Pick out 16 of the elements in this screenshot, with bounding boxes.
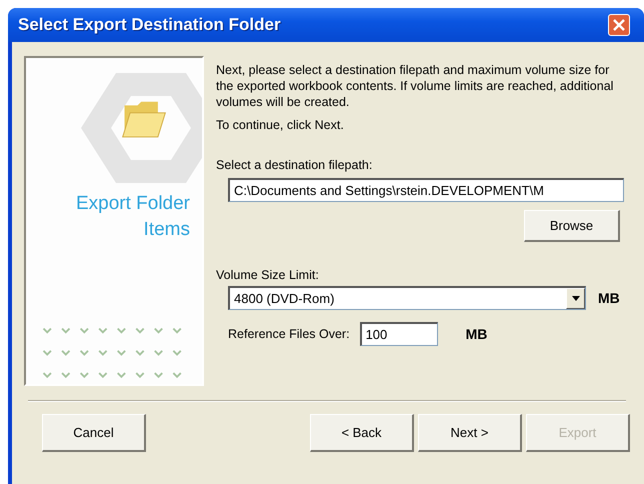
instruction-text: Next, please select a destination filepath and maximum volume size for the exported workbook contents. If volume limits are reached, additional volumes will be created. [216, 62, 614, 110]
filepath-field[interactable]: C:\Documents and Settings\rstein.DEVELOPMENT\M [228, 178, 624, 202]
reference-files-label: Reference Files Over: [228, 327, 350, 341]
continue-note: To continue, click Next. [216, 118, 345, 132]
unit-label: MB [466, 326, 488, 342]
window-title: Select Export Destination Folder [18, 15, 281, 35]
volume-size-dropdown[interactable]: 4800 (DVD-Rom) [228, 286, 586, 310]
back-button[interactable]: < Back [310, 414, 414, 452]
next-button[interactable]: Next > [418, 414, 522, 452]
unit-label: MB [598, 290, 620, 306]
browse-button[interactable]: Browse [524, 210, 620, 242]
filepath-label: Select a destination filepath: [216, 158, 374, 172]
volume-size-label: Volume Size Limit: [216, 268, 320, 282]
panel-heading: Export Folder Items [74, 192, 191, 242]
cancel-button[interactable]: Cancel [42, 414, 146, 452]
reference-size-field[interactable]: 100 [360, 322, 438, 346]
